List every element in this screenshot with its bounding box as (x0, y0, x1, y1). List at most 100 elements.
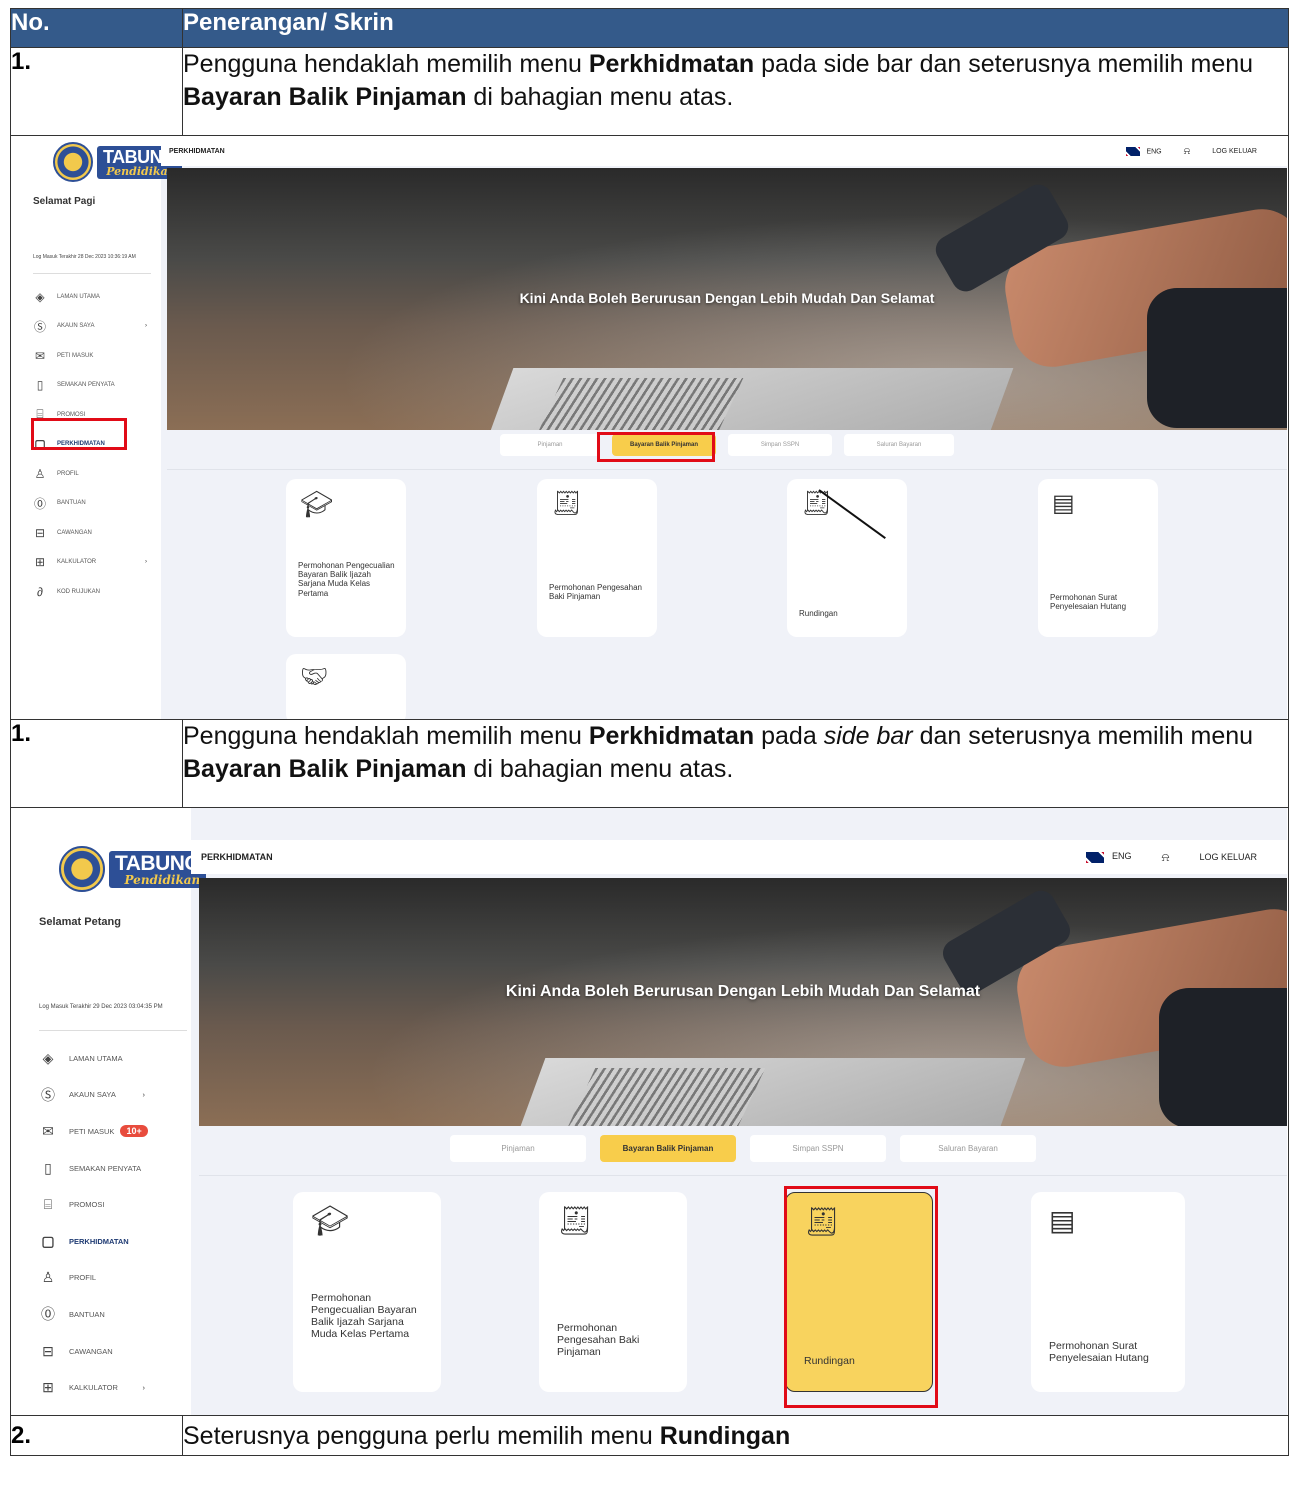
document-icon: ▯ (44, 1159, 52, 1176)
help-icon: ⓪ (41, 1306, 55, 1323)
card-pengecualian-ijazah[interactable]: 🎓︎ Permohonan Pengecualian Bayaran Balik… (293, 1192, 441, 1392)
sidebar-item-peti-masuk[interactable]: ✉ PETI MASUK (33, 341, 161, 371)
logout-link[interactable]: LOG KELUAR (1212, 148, 1257, 155)
tab-simpan-sspn[interactable]: Simpan SSPN (728, 434, 832, 456)
page-title: PERKHIDMATAN (169, 147, 225, 155)
sidebar-item-peti-masuk[interactable]: ✉ PETI MASUK 10+ (39, 1113, 191, 1150)
hero-caption: Kini Anda Boleh Berurusan Dengan Lebih M… (519, 290, 935, 306)
card-rundingan-lain[interactable]: 🤝︎ (286, 654, 406, 719)
sidebar-item-kalkulator[interactable]: ⊞ KALKULATOR › (33, 548, 161, 578)
sidebar-item-laman-utama[interactable]: ◈ LAMAN UTAMA (39, 1040, 191, 1077)
sidebar-item-kalkulator[interactable]: ⊞ KALKULATOR › (39, 1369, 191, 1406)
sidebar-item-laman-utama[interactable]: ◈ LAMAN UTAMA (33, 282, 161, 312)
mortarboard-icon: 🎓︎ (311, 1205, 350, 1238)
sidebar-item-kod-rujukan[interactable]: ∂KOD RUJUKAN (39, 1406, 191, 1415)
card-rundingan[interactable]: 🧾︎ Rundingan (787, 479, 907, 637)
receipt-icon: 🧾︎ (801, 490, 832, 517)
topbar: PERKHIDMATAN ENG ⍾ LOG KELUAR (161, 136, 1287, 166)
sidebar-nav: ◈ LAMAN UTAMA Ⓢ AKAUN SAYA › ✉ PETI MASUK 10+… (39, 1040, 191, 1415)
uk-flag-icon (1126, 146, 1141, 156)
card-surat-penyelesaian[interactable]: ▤ Permohonan Surat Penyelesaian Hutang (1038, 479, 1158, 637)
hero-caption: Kini Anda Boleh Berurusan Dengan Lebih M… (505, 983, 981, 1000)
step-number: 1. (10, 719, 183, 808)
header-no: No. (10, 8, 183, 48)
building-icon: ⊟ (34, 525, 46, 540)
seal-icon (59, 846, 105, 892)
sidebar-item-semakan-penyata[interactable]: ▯ SEMAKAN PENYATA (33, 371, 161, 401)
logout-link[interactable]: LOG KELUAR (1199, 852, 1257, 862)
card-pengesahan-baki[interactable]: 🧾︎ Permohonan Pengesahan Baki Pinjaman (537, 479, 657, 637)
calculator-icon: ⊞ (34, 555, 46, 570)
sidebar-item-akaun-saya[interactable]: Ⓢ AKAUN SAYA › (33, 312, 161, 342)
calculator-icon: ⊞ (42, 1379, 54, 1396)
building-icon: ⊟ (42, 1342, 54, 1359)
sidebar-item-semakan-penyata[interactable]: ▯ SEMAKAN PENYATA (39, 1150, 191, 1187)
greeting: Selamat Petang (39, 916, 121, 928)
step-number: 2. (10, 1415, 183, 1456)
mail-icon: ✉ (34, 348, 46, 363)
handshake-icon: 🤝︎ (300, 664, 328, 689)
sidebar-item-bantuan[interactable]: ⓪ BANTUAN (33, 489, 161, 519)
document-icon: ▯ (36, 378, 44, 393)
header-description: Penerangan/ Skrin (182, 8, 1289, 48)
step-description: Seterusnya pengguna perlu memilih menu R… (182, 1415, 1289, 1456)
hero-banner: Kini Anda Boleh Berurusan Dengan Lebih M… (167, 168, 1287, 430)
dollar-icon: Ⓢ (33, 319, 46, 334)
bell-icon[interactable]: ⍾ (1162, 850, 1170, 865)
chevron-right-icon: › (142, 1383, 146, 1393)
mail-icon: ✉ (42, 1122, 54, 1139)
bell-icon[interactable]: ⍾ (1184, 146, 1191, 157)
receipt-icon: 🧾︎ (551, 490, 582, 517)
tab-saluran-bayaran[interactable]: Saluran Bayaran (844, 434, 954, 456)
sidebar-item-promosi[interactable]: ⌸ PROMOSI (39, 1186, 191, 1223)
tab-saluran-bayaran[interactable]: Saluran Bayaran (900, 1135, 1036, 1162)
language-switch[interactable]: ENG (1086, 851, 1132, 863)
gift-icon: ⌸ (43, 1196, 53, 1213)
tab-simpan-sspn[interactable]: Simpan SSPN (750, 1135, 886, 1162)
tab-bayaran-balik-pinjaman[interactable]: Bayaran Balik Pinjaman (600, 1135, 736, 1162)
document-myr-icon: ▤ (1049, 1205, 1076, 1236)
uk-flag-icon (1086, 851, 1104, 863)
user-icon: ♙ (34, 466, 46, 481)
user-icon: ♙ (41, 1269, 55, 1286)
service-tabs: Pinjaman Bayaran Balik Pinjaman Simpan S… (167, 434, 1287, 458)
sidebar-item-kod-rujukan[interactable]: ∂KOD RUJUKAN (33, 577, 161, 607)
sidebar-item-akaun-saya[interactable]: Ⓢ AKAUN SAYA › (39, 1077, 191, 1114)
language-switch[interactable]: ENG (1126, 146, 1162, 156)
screenshot-1: TABUNG Pendidikan Selamat Pagi Log Masuk … (10, 135, 1289, 720)
inbox-badge: 10+ (120, 1125, 148, 1138)
sidebar-item-perkhidmatan[interactable]: ▢ PERKHIDMATAN (39, 1223, 191, 1260)
step-description: Pengguna hendaklah memilih menu Perkhidm… (182, 47, 1289, 136)
page-title: PERKHIDMATAN (201, 852, 273, 862)
seal-icon (53, 142, 93, 182)
card-pengecualian-ijazah[interactable]: 🎓︎ Permohonan Pengecualian Bayaran Balik… (286, 479, 406, 637)
instruction-table: No. Penerangan/ Skrin 1. Pengguna hendak… (10, 8, 1289, 1456)
last-login: Log Masuk Terakhir 28 Dec 2023 10:36:19 … (33, 254, 136, 260)
screenshot-2: TABUNG Pendidikan Selamat Petang Log Masu… (10, 807, 1289, 1416)
step-number: 1. (10, 47, 183, 136)
sidebar-item-profil[interactable]: ♙ PROFIL (39, 1260, 191, 1297)
sidebar-item-cawangan[interactable]: ⊟ CAWANGAN (33, 518, 161, 548)
greeting: Selamat Pagi (33, 196, 96, 207)
tab-pinjaman[interactable]: Pinjaman (500, 434, 600, 456)
sidebar-item-profil[interactable]: ♙ PROFIL (33, 459, 161, 489)
highlight-bayaran-tab (597, 432, 715, 462)
service-tabs: Pinjaman Bayaran Balik Pinjaman Simpan S… (199, 1135, 1287, 1163)
card-surat-penyelesaian[interactable]: ▤ Permohonan Surat Penyelesaian Hutang (1031, 1192, 1185, 1392)
topbar: PERKHIDMATAN ENG ⍾ LOG KELUAR (191, 840, 1287, 874)
layers-icon: ◈ (35, 289, 45, 304)
sidebar: TABUNG Pendidikan Selamat Petang Log Masu… (11, 808, 207, 1415)
logo: TABUNG Pendidikan (59, 846, 207, 892)
chevron-right-icon: › (142, 1090, 146, 1100)
tab-pinjaman[interactable]: Pinjaman (450, 1135, 586, 1162)
mouse-icon: ▢ (41, 1232, 55, 1249)
highlight-perkhidmatan (31, 418, 127, 450)
sidebar-item-cawangan[interactable]: ⊟ CAWANGAN (39, 1333, 191, 1370)
sidebar-item-bantuan[interactable]: ⓪ BANTUAN (39, 1296, 191, 1333)
highlight-rundingan (784, 1186, 938, 1408)
mortarboard-icon: 🎓︎ (300, 489, 334, 519)
card-pengesahan-baki[interactable]: 🧾︎ Permohonan Pengesahan Baki Pinjaman (539, 1192, 687, 1392)
chevron-right-icon: › (145, 323, 147, 330)
dollar-icon: Ⓢ (41, 1086, 55, 1103)
help-icon: ⓪ (33, 496, 46, 511)
